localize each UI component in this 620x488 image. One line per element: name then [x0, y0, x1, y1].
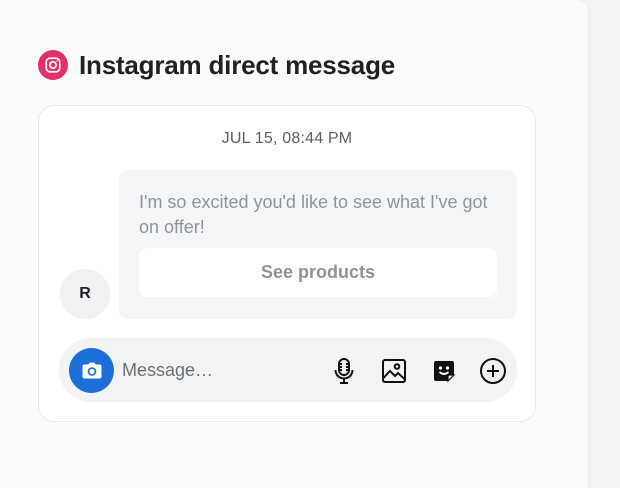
image-button[interactable] [379, 356, 409, 386]
conversation-card: JUL 15, 08:44 PM R I'm so excited you'd … [38, 105, 536, 422]
panel-header: Instagram direct message [38, 49, 395, 81]
camera-button[interactable] [69, 348, 114, 393]
see-products-button[interactable]: See products [139, 248, 497, 297]
add-circle-icon [479, 357, 507, 385]
add-button[interactable] [478, 356, 508, 386]
message-composer [59, 338, 517, 402]
sticker-button[interactable] [429, 356, 459, 386]
message-input[interactable] [122, 356, 312, 384]
page-title: Instagram direct message [79, 49, 396, 80]
voice-button[interactable] [329, 356, 359, 386]
instagram-icon [38, 50, 68, 80]
message-bubble: I'm so excited you'd like to see what I'… [119, 170, 517, 319]
instagram-dm-panel: Instagram direct message JUL 15, 08:44 P… [0, 0, 589, 488]
message-text: I'm so excited you'd like to see what I'… [139, 192, 488, 237]
avatar: R [60, 269, 110, 319]
image-icon [381, 358, 407, 384]
message-timestamp: JUL 15, 08:44 PM [221, 130, 353, 147]
sticker-icon [431, 358, 457, 384]
camera-icon [80, 359, 104, 383]
microphone-icon [331, 357, 357, 385]
